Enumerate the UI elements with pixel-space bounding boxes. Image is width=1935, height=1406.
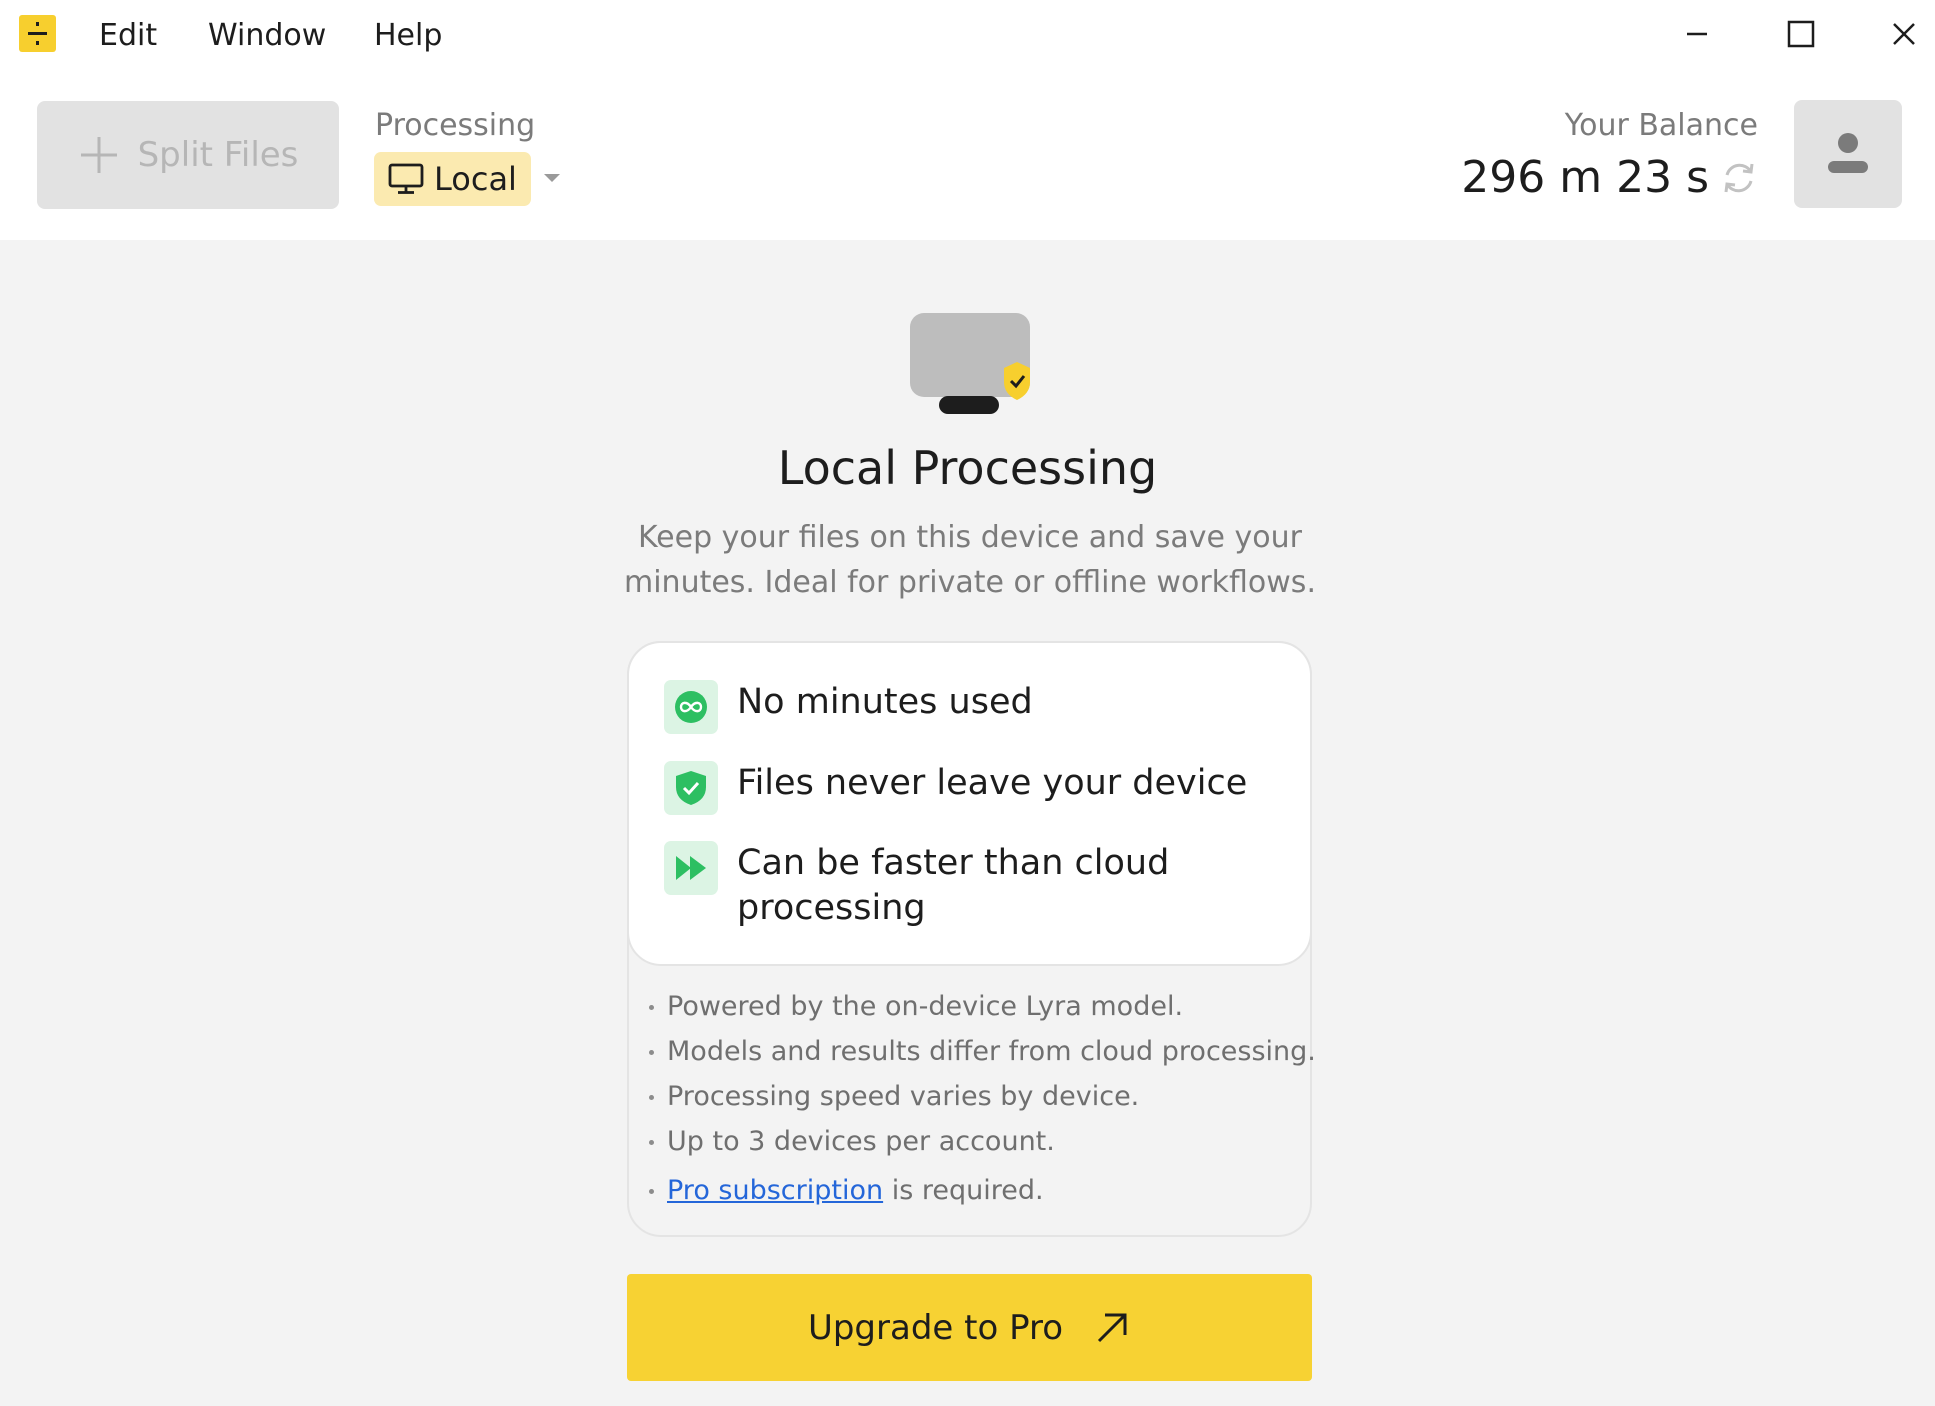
close-window-button[interactable] [1876, 8, 1932, 60]
note-item: Processing speed varies by device. [645, 1074, 1305, 1119]
feature-text: Can be faster than cloud processing [737, 843, 1170, 928]
toolbar: Split Files Processing Local Your Balanc… [0, 72, 1935, 240]
menu-window[interactable]: Window [208, 16, 326, 56]
balance-value: 296 m 23 s [1461, 152, 1709, 203]
menu-help[interactable]: Help [374, 16, 442, 56]
menu-bar: Edit Window Help [0, 0, 1935, 72]
pro-subscription-link[interactable]: Pro subscription [667, 1175, 883, 1206]
processing-label: Processing [375, 108, 536, 143]
note-list: Powered by the on-device Lyra model. Mod… [645, 984, 1316, 1213]
panel-title: Local Processing [777, 441, 1158, 495]
close-icon [1893, 23, 1915, 45]
refresh-icon[interactable] [1719, 158, 1759, 198]
upgrade-to-pro-button[interactable]: Upgrade to Pro [627, 1274, 1312, 1381]
note-item: Models and results differ from cloud pro… [645, 1029, 1316, 1074]
feature-text: Files never leave your device [737, 763, 1248, 803]
monitor-icon [388, 163, 424, 194]
external-arrow-icon [1097, 1313, 1127, 1342]
pro-required-text: is required. [883, 1175, 1044, 1206]
upgrade-label: Upgrade to Pro [807, 1307, 1064, 1348]
split-files-button[interactable]: Split Files [37, 101, 339, 209]
plus-icon [80, 137, 117, 173]
panel-description: Keep your files on this device and save … [624, 520, 1316, 600]
note-item: Powered by the on-device Lyra model. [645, 984, 1305, 1029]
chevron-down-icon[interactable] [544, 174, 560, 182]
menu-edit[interactable]: Edit [99, 16, 157, 56]
local-processing-info: No minutes used Files never leave your d… [627, 641, 1316, 1237]
local-device-icon [910, 313, 1030, 414]
minimize-button[interactable] [1669, 8, 1725, 60]
processing-mode-select[interactable]: Local [374, 152, 531, 206]
fast-forward-icon [664, 841, 718, 895]
feature-card: No minutes used Files never leave your d… [627, 641, 1312, 966]
infinity-icon [664, 680, 718, 734]
processing-mode-value: Local [434, 160, 517, 198]
feature-text: No minutes used [737, 682, 1033, 722]
user-icon [1828, 133, 1868, 173]
note-item-pro: Pro subscription is required. [645, 1168, 1305, 1213]
app-logo-icon[interactable] [19, 15, 56, 52]
shield-check-icon [664, 761, 718, 815]
balance-label: Your Balance [1564, 108, 1758, 143]
split-files-label: Split Files [137, 135, 299, 175]
note-item: Up to 3 devices per account. [645, 1119, 1305, 1164]
minimize-icon [1687, 32, 1707, 36]
account-button[interactable] [1794, 100, 1902, 208]
maximize-icon [1787, 20, 1815, 48]
maximize-button[interactable] [1773, 8, 1829, 60]
